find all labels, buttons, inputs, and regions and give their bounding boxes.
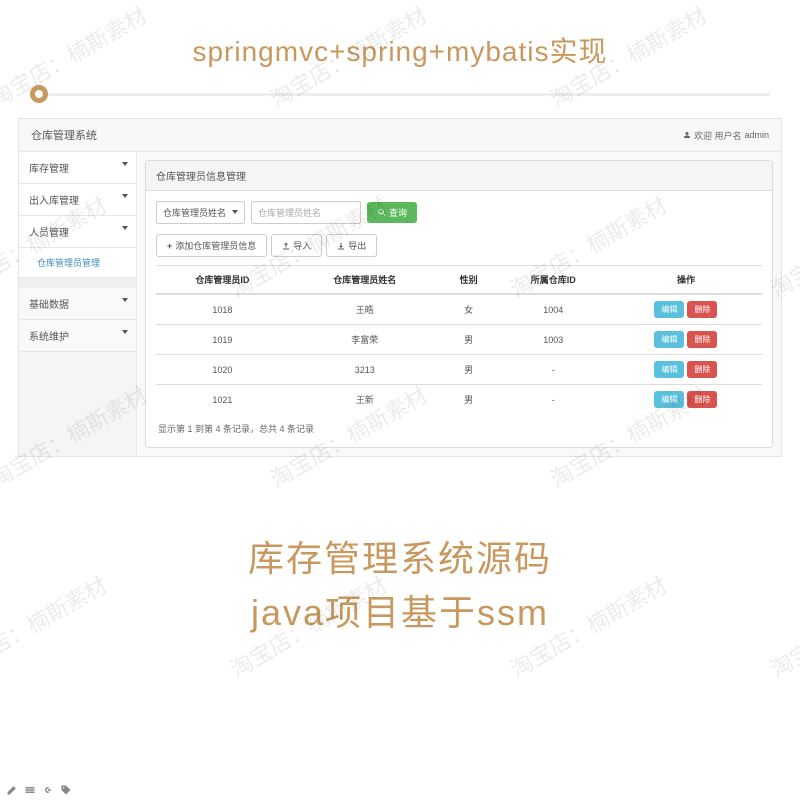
table-row: 10203213男- 编辑 删除 bbox=[156, 355, 762, 385]
layers-icon[interactable] bbox=[24, 784, 36, 796]
add-button[interactable]: + 添加仓库管理员信息 bbox=[156, 234, 267, 257]
timeline-dot-icon bbox=[30, 85, 48, 103]
main-content: 仓库管理员信息管理 仓库管理员姓名 仓库管理员姓名 查询 + 添加仓库管理员信息 bbox=[137, 152, 781, 456]
bottom-heading: 库存管理系统源码 java项目基于ssm bbox=[0, 457, 800, 640]
table-header-row: 仓库管理员ID 仓库管理员姓名 性别 所属仓库ID 操作 bbox=[156, 266, 762, 295]
search-button[interactable]: 查询 bbox=[367, 202, 417, 223]
search-input[interactable]: 仓库管理员姓名 bbox=[251, 201, 361, 224]
user-icon bbox=[683, 131, 691, 139]
sidebar: 库存管理 出入库管理 人员管理 仓库管理员管理 基础数据 系统维护 bbox=[19, 152, 137, 456]
edit-button[interactable]: 编辑 bbox=[654, 331, 684, 348]
export-button[interactable]: 导出 bbox=[326, 234, 377, 257]
panel: 仓库管理员信息管理 仓库管理员姓名 仓库管理员姓名 查询 + 添加仓库管理员信息 bbox=[145, 160, 773, 448]
app-brand: 仓库管理系统 bbox=[31, 127, 97, 143]
data-table: 仓库管理员ID 仓库管理员姓名 性别 所属仓库ID 操作 1018王皓女1004… bbox=[156, 265, 762, 414]
link-icon[interactable] bbox=[42, 784, 54, 796]
export-icon bbox=[337, 242, 345, 250]
table-row: 1019李富荣男1003 编辑 删除 bbox=[156, 325, 762, 355]
search-field-select[interactable]: 仓库管理员姓名 bbox=[156, 201, 245, 224]
import-button[interactable]: 导入 bbox=[271, 234, 322, 257]
timeline-line bbox=[48, 93, 770, 96]
page-heading: springmvc+spring+mybatis实现 bbox=[0, 0, 800, 85]
delete-button[interactable]: 删除 bbox=[687, 361, 717, 378]
chevron-down-icon bbox=[122, 226, 128, 230]
edit-button[interactable]: 编辑 bbox=[654, 391, 684, 408]
th-actions: 操作 bbox=[610, 266, 762, 295]
import-icon bbox=[282, 242, 290, 250]
th-name[interactable]: 仓库管理员姓名 bbox=[289, 266, 441, 295]
page-tool-icons bbox=[6, 784, 72, 796]
search-icon bbox=[377, 208, 386, 217]
edit-icon[interactable] bbox=[6, 784, 18, 796]
chevron-down-icon bbox=[122, 298, 128, 302]
welcome-text: 欢迎 用户名 admin bbox=[683, 129, 769, 142]
sidebar-item-in-out[interactable]: 出入库管理 bbox=[19, 184, 136, 216]
table-row: 1021王新男- 编辑 删除 bbox=[156, 385, 762, 415]
sidebar-item-personnel[interactable]: 人员管理 bbox=[19, 216, 136, 248]
panel-title: 仓库管理员信息管理 bbox=[146, 161, 772, 191]
topbar: 仓库管理系统 欢迎 用户名 admin bbox=[19, 119, 781, 152]
sidebar-sub-warehouse-admin[interactable]: 仓库管理员管理 bbox=[19, 248, 136, 278]
delete-button[interactable]: 删除 bbox=[687, 331, 717, 348]
th-gender[interactable]: 性别 bbox=[441, 266, 497, 295]
sidebar-item-inventory[interactable]: 库存管理 bbox=[19, 152, 136, 184]
delete-button[interactable]: 删除 bbox=[687, 301, 717, 318]
edit-button[interactable]: 编辑 bbox=[654, 301, 684, 318]
th-id[interactable]: 仓库管理员ID bbox=[156, 266, 289, 295]
chevron-down-icon bbox=[122, 330, 128, 334]
sidebar-item-base-data[interactable]: 基础数据 bbox=[19, 288, 136, 320]
table-row: 1018王皓女1004 编辑 删除 bbox=[156, 294, 762, 325]
tag-icon[interactable] bbox=[60, 784, 72, 796]
delete-button[interactable]: 删除 bbox=[687, 391, 717, 408]
app-screenshot: 仓库管理系统 欢迎 用户名 admin 库存管理 出入库管理 人员管理 仓库管理… bbox=[18, 118, 782, 457]
chevron-down-icon bbox=[122, 194, 128, 198]
toolbar: + 添加仓库管理员信息 导入 导出 bbox=[156, 234, 762, 257]
chevron-down-icon bbox=[122, 162, 128, 166]
timeline-decoration bbox=[0, 85, 800, 118]
search-row: 仓库管理员姓名 仓库管理员姓名 查询 bbox=[156, 201, 762, 224]
sidebar-item-system[interactable]: 系统维护 bbox=[19, 320, 136, 352]
edit-button[interactable]: 编辑 bbox=[654, 361, 684, 378]
th-warehouse[interactable]: 所属仓库ID bbox=[496, 266, 609, 295]
table-footer: 显示第 1 到第 4 条记录，总共 4 条记录 bbox=[156, 414, 762, 437]
